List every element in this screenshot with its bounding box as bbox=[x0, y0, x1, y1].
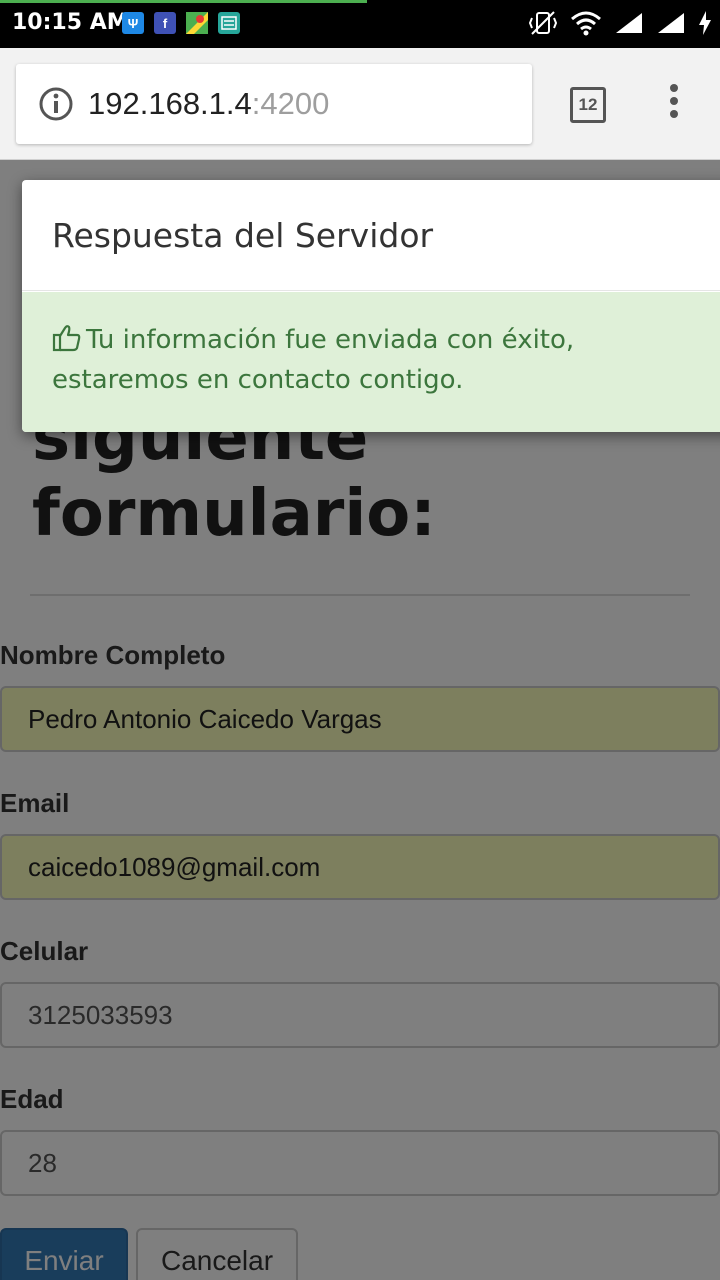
dialog-header: Respuesta del Servidor bbox=[22, 180, 720, 291]
charging-icon bbox=[699, 11, 711, 35]
url-port: :4200 bbox=[251, 86, 330, 121]
inbox-icon bbox=[218, 12, 240, 34]
document-icon: f bbox=[154, 12, 176, 34]
server-response-dialog: Respuesta del Servidor Tu información fu… bbox=[22, 180, 720, 432]
url-host: 192.168.1.4 bbox=[88, 86, 252, 121]
signal-icon bbox=[616, 13, 642, 33]
wifi-icon bbox=[571, 11, 601, 36]
page-load-progress bbox=[0, 0, 368, 3]
notification-icons: Ψ f bbox=[122, 12, 240, 34]
success-alert: Tu información fue enviada con éxito, es… bbox=[22, 292, 720, 432]
maps-icon bbox=[186, 12, 208, 34]
alert-message-block: Tu información fue enviada con éxito, es… bbox=[52, 320, 702, 400]
trident-icon: Ψ bbox=[122, 12, 144, 34]
tab-switcher-button[interactable]: 12 bbox=[570, 87, 606, 123]
signal-icon bbox=[658, 13, 684, 33]
browser-toolbar: 192.168.1.4:4200 12 bbox=[0, 48, 720, 160]
address-bar[interactable]: 192.168.1.4:4200 bbox=[16, 64, 532, 144]
info-icon[interactable] bbox=[38, 86, 74, 122]
vibrate-off-icon bbox=[528, 11, 558, 35]
status-bar: 10:15 AM Ψ f bbox=[0, 0, 720, 48]
system-icons bbox=[528, 10, 712, 36]
thumbs-up-icon bbox=[52, 325, 81, 352]
alert-message: Tu información fue enviada con éxito, es… bbox=[52, 325, 575, 395]
overflow-menu-icon[interactable] bbox=[660, 84, 688, 124]
status-time: 10:15 AM bbox=[12, 10, 129, 35]
web-page: siguiente formulario: Nombre Completo Pe… bbox=[0, 160, 720, 1280]
dialog-title: Respuesta del Servidor bbox=[52, 215, 434, 255]
url-text: 192.168.1.4:4200 bbox=[88, 86, 329, 122]
